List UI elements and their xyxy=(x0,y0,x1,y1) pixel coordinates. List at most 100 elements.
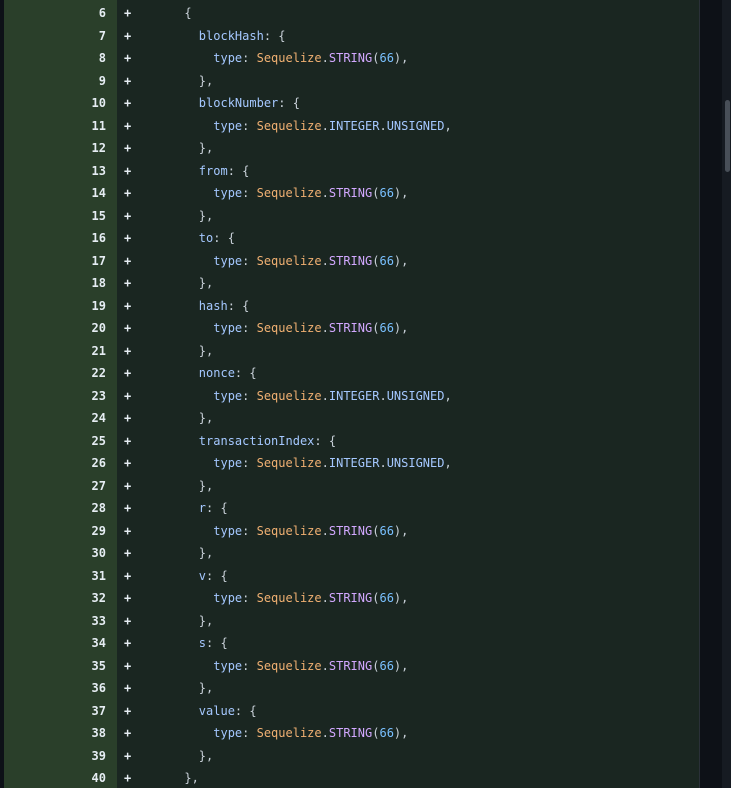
line-number[interactable]: 24 xyxy=(4,407,106,430)
line-number[interactable]: 10 xyxy=(4,92,106,115)
scrollbar-thumb[interactable] xyxy=(725,100,730,172)
line-number[interactable]: 21 xyxy=(4,340,106,363)
diff-line[interactable]: 22 + nonce: { xyxy=(4,362,699,385)
diff-line[interactable]: 6 + { xyxy=(4,2,699,25)
code-token: . xyxy=(321,726,329,740)
diff-line[interactable]: 23 + type: Sequelize.INTEGER.UNSIGNED, xyxy=(4,385,699,408)
line-number[interactable]: 35 xyxy=(4,655,106,678)
diff-line[interactable]: 35 + type: Sequelize.STRING(66), xyxy=(4,655,699,678)
line-number[interactable]: 15 xyxy=(4,205,106,228)
line-number[interactable]: 9 xyxy=(4,70,106,93)
line-number[interactable]: 26 xyxy=(4,452,106,475)
diff-line[interactable]: 33 + }, xyxy=(4,610,699,633)
line-number[interactable]: 19 xyxy=(4,295,106,318)
line-number[interactable]: 7 xyxy=(4,25,106,48)
line-number[interactable]: 34 xyxy=(4,632,106,655)
line-number[interactable]: 13 xyxy=(4,160,106,183)
code-text: type: Sequelize.STRING(66), xyxy=(141,250,408,273)
line-number[interactable]: 27 xyxy=(4,475,106,498)
line-number[interactable]: 28 xyxy=(4,497,106,520)
addition-marker: + xyxy=(124,276,132,290)
line-number[interactable]: 25 xyxy=(4,430,106,453)
line-number[interactable]: 38 xyxy=(4,722,106,745)
diff-line[interactable]: 36 + }, xyxy=(4,677,699,700)
diff-line[interactable]: 30 + }, xyxy=(4,542,699,565)
code-token: . xyxy=(379,456,387,470)
code-token: type xyxy=(141,118,243,133)
line-number[interactable]: 11 xyxy=(4,115,106,138)
diff-line[interactable]: 37 + value: { xyxy=(4,700,699,723)
diff-line[interactable]: 31 + v: { xyxy=(4,565,699,588)
diff-line[interactable]: 15 + }, xyxy=(4,205,699,228)
diff-line[interactable]: 20 + type: Sequelize.STRING(66), xyxy=(4,317,699,340)
code-token: ), xyxy=(393,658,409,673)
code-token: . xyxy=(379,388,387,403)
diff-line[interactable]: 32 + type: Sequelize.STRING(66), xyxy=(4,587,699,610)
line-number[interactable]: 33 xyxy=(4,610,106,633)
line-number[interactable]: 14 xyxy=(4,182,106,205)
code-text: }, xyxy=(141,767,199,788)
addition-marker: + xyxy=(124,321,132,335)
diff-line[interactable]: 18 + }, xyxy=(4,272,699,295)
diff-line[interactable]: 12 + }, xyxy=(4,137,699,160)
line-number[interactable]: 17 xyxy=(4,250,106,273)
diff-line[interactable]: 25 + transactionIndex: { xyxy=(4,430,699,453)
line-number[interactable]: 30 xyxy=(4,542,106,565)
addition-marker: + xyxy=(124,523,132,538)
addition-marker: + xyxy=(124,636,132,650)
diff-line[interactable]: 9 + }, xyxy=(4,70,699,93)
code-token: STRING xyxy=(328,726,373,740)
diff-line[interactable]: 40 + }, xyxy=(4,767,699,788)
line-number[interactable]: 39 xyxy=(4,745,106,768)
diff-line[interactable]: 34 + s: { xyxy=(4,632,699,655)
addition-marker: + xyxy=(124,591,132,605)
diff-line[interactable]: 11 + type: Sequelize.INTEGER.UNSIGNED, xyxy=(4,115,699,138)
diff-line[interactable]: 27 + }, xyxy=(4,475,699,498)
diff-line[interactable]: 38 + type: Sequelize.STRING(66), xyxy=(4,722,699,745)
code-token: : { xyxy=(234,366,257,380)
line-number[interactable]: 12 xyxy=(4,137,106,160)
line-number[interactable]: 23 xyxy=(4,385,106,408)
line-number[interactable]: 20 xyxy=(4,317,106,340)
line-number[interactable]: 37 xyxy=(4,700,106,723)
code-token: }, xyxy=(141,141,214,155)
diff-line[interactable]: 29 + type: Sequelize.STRING(66), xyxy=(4,520,699,543)
line-number[interactable]: 29 xyxy=(4,520,106,543)
diff-line[interactable]: 24 + }, xyxy=(4,407,699,430)
diff-line[interactable]: 19 + hash: { xyxy=(4,295,699,318)
code-text: type: Sequelize.STRING(66), xyxy=(141,317,408,340)
diff-line[interactable]: 13 + from: { xyxy=(4,160,699,183)
line-number[interactable]: 22 xyxy=(4,362,106,385)
diff-line[interactable]: 39 + }, xyxy=(4,745,699,768)
code-text: type: Sequelize.STRING(66), xyxy=(141,587,408,610)
code-text: transactionIndex: { xyxy=(141,430,336,453)
diff-line[interactable]: 10 + blockNumber: { xyxy=(4,92,699,115)
diff-line[interactable]: 28 + r: { xyxy=(4,497,699,520)
line-number[interactable]: 36 xyxy=(4,677,106,700)
code-text: hash: { xyxy=(141,295,250,318)
diff-line[interactable]: 21 + }, xyxy=(4,340,699,363)
line-number[interactable]: 18 xyxy=(4,272,106,295)
code-token: }, xyxy=(141,771,199,785)
diff-line[interactable]: 16 + to: { xyxy=(4,227,699,250)
diff-line[interactable]: 7 + blockHash: { xyxy=(4,25,699,48)
code-token: 66 xyxy=(379,253,394,268)
addition-marker: + xyxy=(124,658,132,673)
code-token: : { xyxy=(278,96,300,110)
line-number[interactable]: 6 xyxy=(4,2,106,25)
line-number[interactable]: 16 xyxy=(4,227,106,250)
code-token: : { xyxy=(213,231,235,245)
diff-line[interactable]: 26 + type: Sequelize.INTEGER.UNSIGNED, xyxy=(4,452,699,475)
diff-line[interactable]: 8 + type: Sequelize.STRING(66), xyxy=(4,47,699,70)
code-token: 66 xyxy=(379,726,394,740)
line-number[interactable]: 8 xyxy=(4,47,106,70)
diff-line[interactable]: 17 + type: Sequelize.STRING(66), xyxy=(4,250,699,273)
line-number[interactable]: 40 xyxy=(4,767,106,788)
addition-marker: + xyxy=(124,343,132,358)
code-token: . xyxy=(321,658,329,673)
line-number[interactable]: 32 xyxy=(4,587,106,610)
code-token: ), xyxy=(393,253,409,268)
line-number[interactable]: 31 xyxy=(4,565,106,588)
code-token: INTEGER xyxy=(328,118,380,133)
diff-line[interactable]: 14 + type: Sequelize.STRING(66), xyxy=(4,182,699,205)
